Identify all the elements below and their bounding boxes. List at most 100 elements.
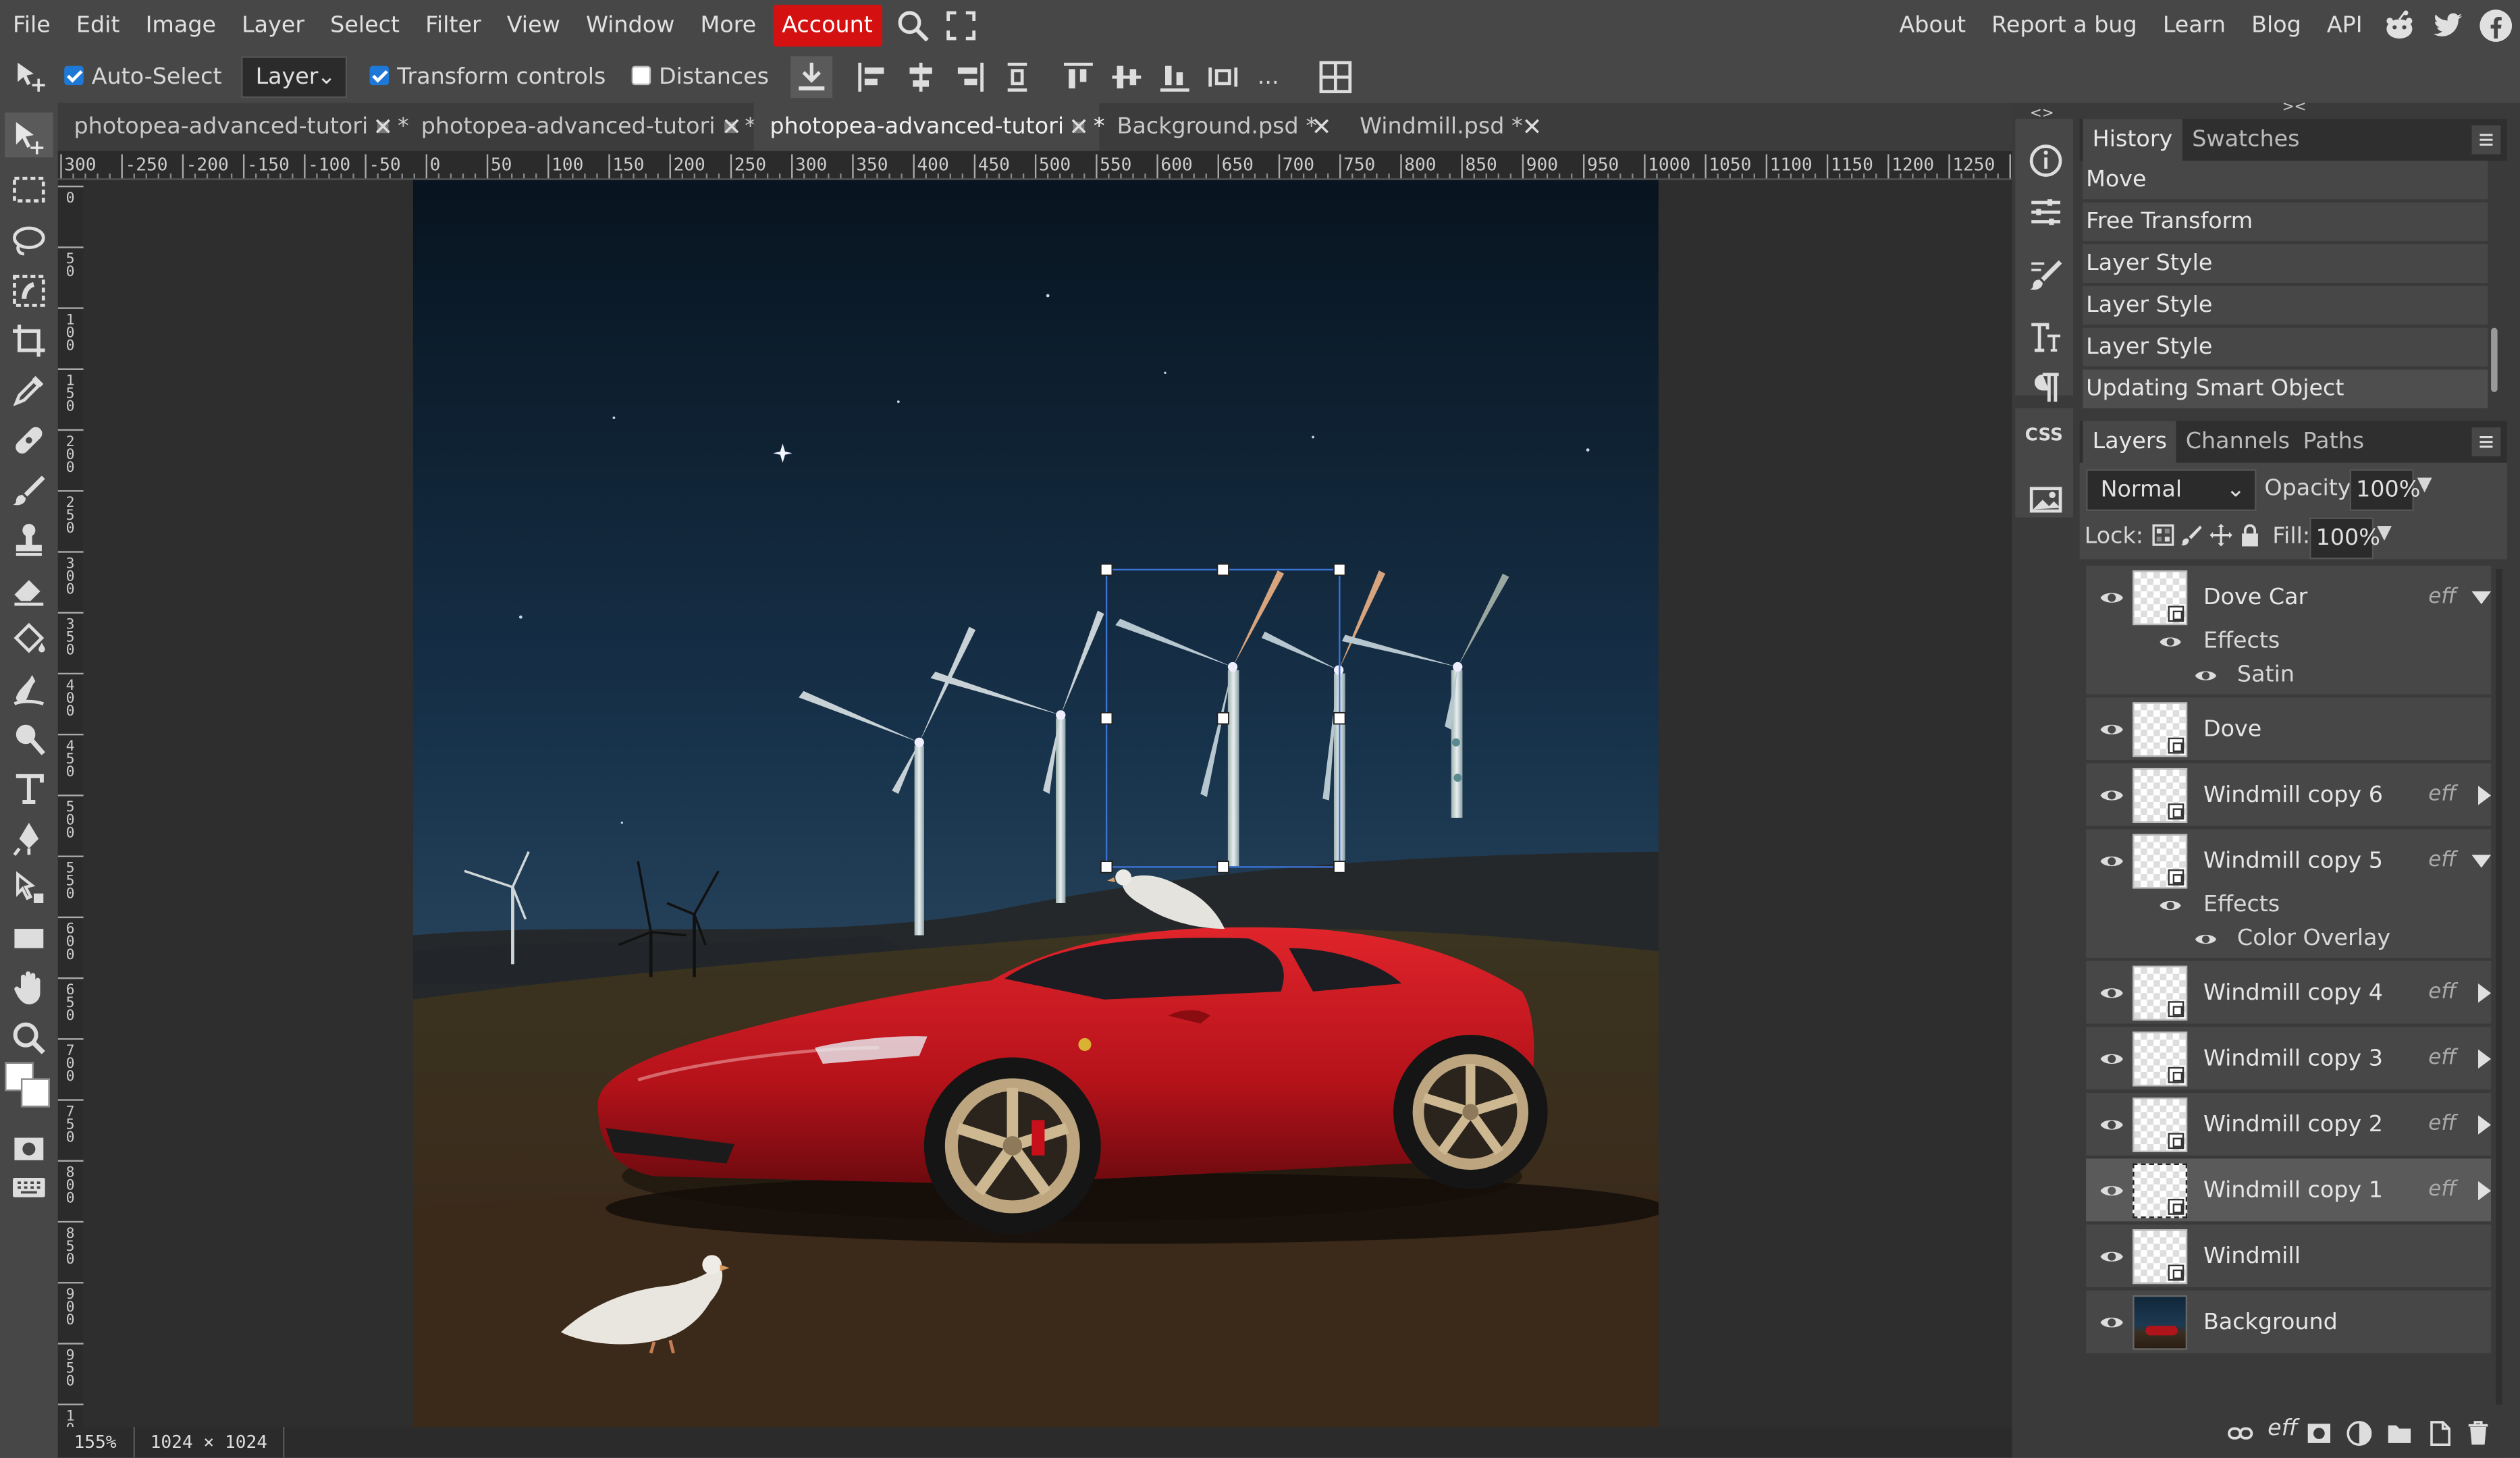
- layer-row-windmill-copy-1[interactable]: Windmill copy 1 eff: [2086, 1158, 2492, 1223]
- panel-menu-icon[interactable]: [2471, 125, 2501, 155]
- link-api[interactable]: API: [2314, 5, 2376, 47]
- eye-icon[interactable]: [2158, 894, 2182, 918]
- menu-window[interactable]: Window: [573, 5, 688, 47]
- more-align-button[interactable]: ...: [1258, 64, 1279, 90]
- history-item[interactable]: Layer Style: [2083, 244, 2488, 285]
- tab-swatches[interactable]: Swatches: [2182, 119, 2309, 161]
- expand-effects-icon[interactable]: [2478, 786, 2492, 805]
- distribute-v-icon[interactable]: [1206, 59, 1241, 94]
- adjustment-layer-icon[interactable]: [2347, 1421, 2372, 1447]
- background-color-swatch[interactable]: [20, 1078, 50, 1108]
- auto-select-toggle[interactable]: Auto-Select: [64, 64, 222, 90]
- healing-tool[interactable]: [9, 411, 48, 454]
- auto-select-target-dropdown[interactable]: Layer ⌄: [241, 56, 348, 99]
- path-select-tool[interactable]: [9, 860, 48, 903]
- history-item[interactable]: Free Transform: [2083, 202, 2488, 243]
- tab-background-psd[interactable]: Background.psd *: [1101, 103, 1342, 151]
- pen-tool[interactable]: [9, 810, 48, 856]
- align-right-icon[interactable]: [952, 59, 987, 94]
- history-item-current[interactable]: Updating Smart Object: [2083, 369, 2488, 410]
- link-report-bug[interactable]: Report a bug: [1979, 5, 2150, 47]
- clone-stamp-tool[interactable]: [9, 511, 48, 556]
- grid-icon[interactable]: [1318, 59, 1353, 94]
- transform-handle[interactable]: [1100, 711, 1113, 725]
- layer-name[interactable]: Windmill: [2203, 1224, 2301, 1289]
- move-tool[interactable]: [5, 112, 53, 158]
- opacity-arrow-icon[interactable]: ▼: [2417, 473, 2432, 495]
- menu-image[interactable]: Image: [133, 5, 230, 47]
- layer-name[interactable]: Windmill copy 5: [2203, 829, 2383, 893]
- document-canvas[interactable]: [412, 180, 1659, 1428]
- eye-icon[interactable]: [2099, 1046, 2124, 1072]
- menu-edit[interactable]: Edit: [63, 5, 133, 47]
- tab-document-1[interactable]: photopea-advanced-tutori ▪ *: [58, 103, 409, 151]
- align-middle-v-icon[interactable]: [1110, 59, 1145, 94]
- layer-row-windmill-copy-2[interactable]: Windmill copy 2 eff: [2086, 1092, 2492, 1158]
- fullscreen-icon[interactable]: [944, 8, 979, 43]
- twitter-icon[interactable]: [2430, 8, 2465, 43]
- eye-icon[interactable]: [2099, 585, 2124, 611]
- layers-scrollbar[interactable]: [2496, 568, 2502, 1405]
- reddit-icon[interactable]: [2382, 8, 2417, 43]
- type-tool[interactable]: [9, 760, 48, 804]
- tab-close-icon[interactable]: ✕: [1522, 103, 1543, 151]
- delete-layer-icon[interactable]: [2465, 1421, 2491, 1447]
- add-mask-icon[interactable]: [2306, 1421, 2332, 1447]
- menu-view[interactable]: View: [494, 5, 573, 47]
- layer-row-dove-car[interactable]: Dove Car eff Effects Satin: [2086, 566, 2492, 696]
- eye-icon[interactable]: [2099, 1112, 2124, 1137]
- lock-all-icon[interactable]: [2238, 524, 2261, 547]
- collapse-effects-icon[interactable]: [2471, 855, 2492, 868]
- eye-icon[interactable]: [2158, 630, 2182, 654]
- menu-file[interactable]: File: [0, 5, 63, 47]
- expand-effects-icon[interactable]: [2478, 1115, 2492, 1135]
- align-center-h-icon[interactable]: [904, 59, 939, 94]
- transform-handle[interactable]: [1100, 563, 1113, 576]
- distances-toggle[interactable]: Distances: [631, 64, 769, 90]
- download-icon[interactable]: [791, 56, 834, 99]
- layer-row-windmill-copy-3[interactable]: Windmill copy 3 eff: [2086, 1027, 2492, 1091]
- transform-center-handle[interactable]: [1216, 711, 1229, 725]
- brush-tool[interactable]: [9, 461, 48, 506]
- tab-document-2[interactable]: photopea-advanced-tutori ▪ *: [405, 103, 756, 151]
- history-item[interactable]: Layer Style: [2083, 286, 2488, 327]
- eye-icon[interactable]: [2099, 1310, 2124, 1335]
- align-left-icon[interactable]: [856, 59, 891, 94]
- transform-controls-toggle[interactable]: Transform controls: [369, 64, 606, 90]
- layer-name[interactable]: Dove: [2203, 697, 2261, 761]
- auto-select-checkbox[interactable]: [64, 65, 84, 86]
- expand-panel-icon[interactable]: ><: [2282, 100, 2307, 116]
- brush-settings-icon[interactable]: [2028, 244, 2063, 290]
- keyboard-tool[interactable]: [9, 1158, 48, 1197]
- css-panel-button[interactable]: CSS: [2025, 425, 2063, 446]
- expand-effects-icon[interactable]: [2478, 1181, 2492, 1201]
- layer-name[interactable]: Windmill copy 3: [2203, 1027, 2383, 1091]
- tab-channels[interactable]: Channels: [2176, 421, 2299, 463]
- align-bottom-icon[interactable]: [1158, 59, 1193, 94]
- layer-row-windmill[interactable]: Windmill: [2086, 1224, 2492, 1289]
- layer-row-dove[interactable]: Dove: [2086, 697, 2492, 762]
- info-icon[interactable]: [2028, 130, 2063, 177]
- shape-tool[interactable]: [9, 909, 48, 948]
- search-icon[interactable]: [895, 8, 930, 43]
- layer-row-windmill-copy-4[interactable]: Windmill copy 4 eff: [2086, 961, 2492, 1025]
- effects-badge[interactable]: eff: [2428, 763, 2456, 828]
- effects-badge[interactable]: eff: [2428, 1093, 2456, 1157]
- canvas-viewport[interactable]: [83, 180, 2012, 1428]
- effects-badge[interactable]: eff: [2428, 1027, 2456, 1091]
- blend-mode-dropdown[interactable]: Normal ⌄: [2086, 469, 2257, 512]
- effects-badge[interactable]: eff: [2428, 961, 2456, 1025]
- paint-bucket-tool[interactable]: [9, 611, 48, 653]
- transform-controls-checkbox[interactable]: [369, 65, 390, 86]
- marquee-tool[interactable]: [9, 162, 48, 202]
- tab-windmill-psd[interactable]: Windmill.psd *: [1343, 103, 1552, 151]
- transform-handle[interactable]: [1333, 563, 1346, 576]
- facebook-icon[interactable]: [2478, 8, 2513, 43]
- zoom-level[interactable]: 155%: [58, 1427, 134, 1458]
- distribute-h-icon[interactable]: [1000, 59, 1036, 94]
- lasso-tool[interactable]: [9, 212, 48, 256]
- transform-handle[interactable]: [1333, 711, 1346, 725]
- transform-handle[interactable]: [1333, 861, 1346, 873]
- character-icon[interactable]: [2028, 307, 2063, 352]
- image-panel-icon[interactable]: [2028, 469, 2063, 513]
